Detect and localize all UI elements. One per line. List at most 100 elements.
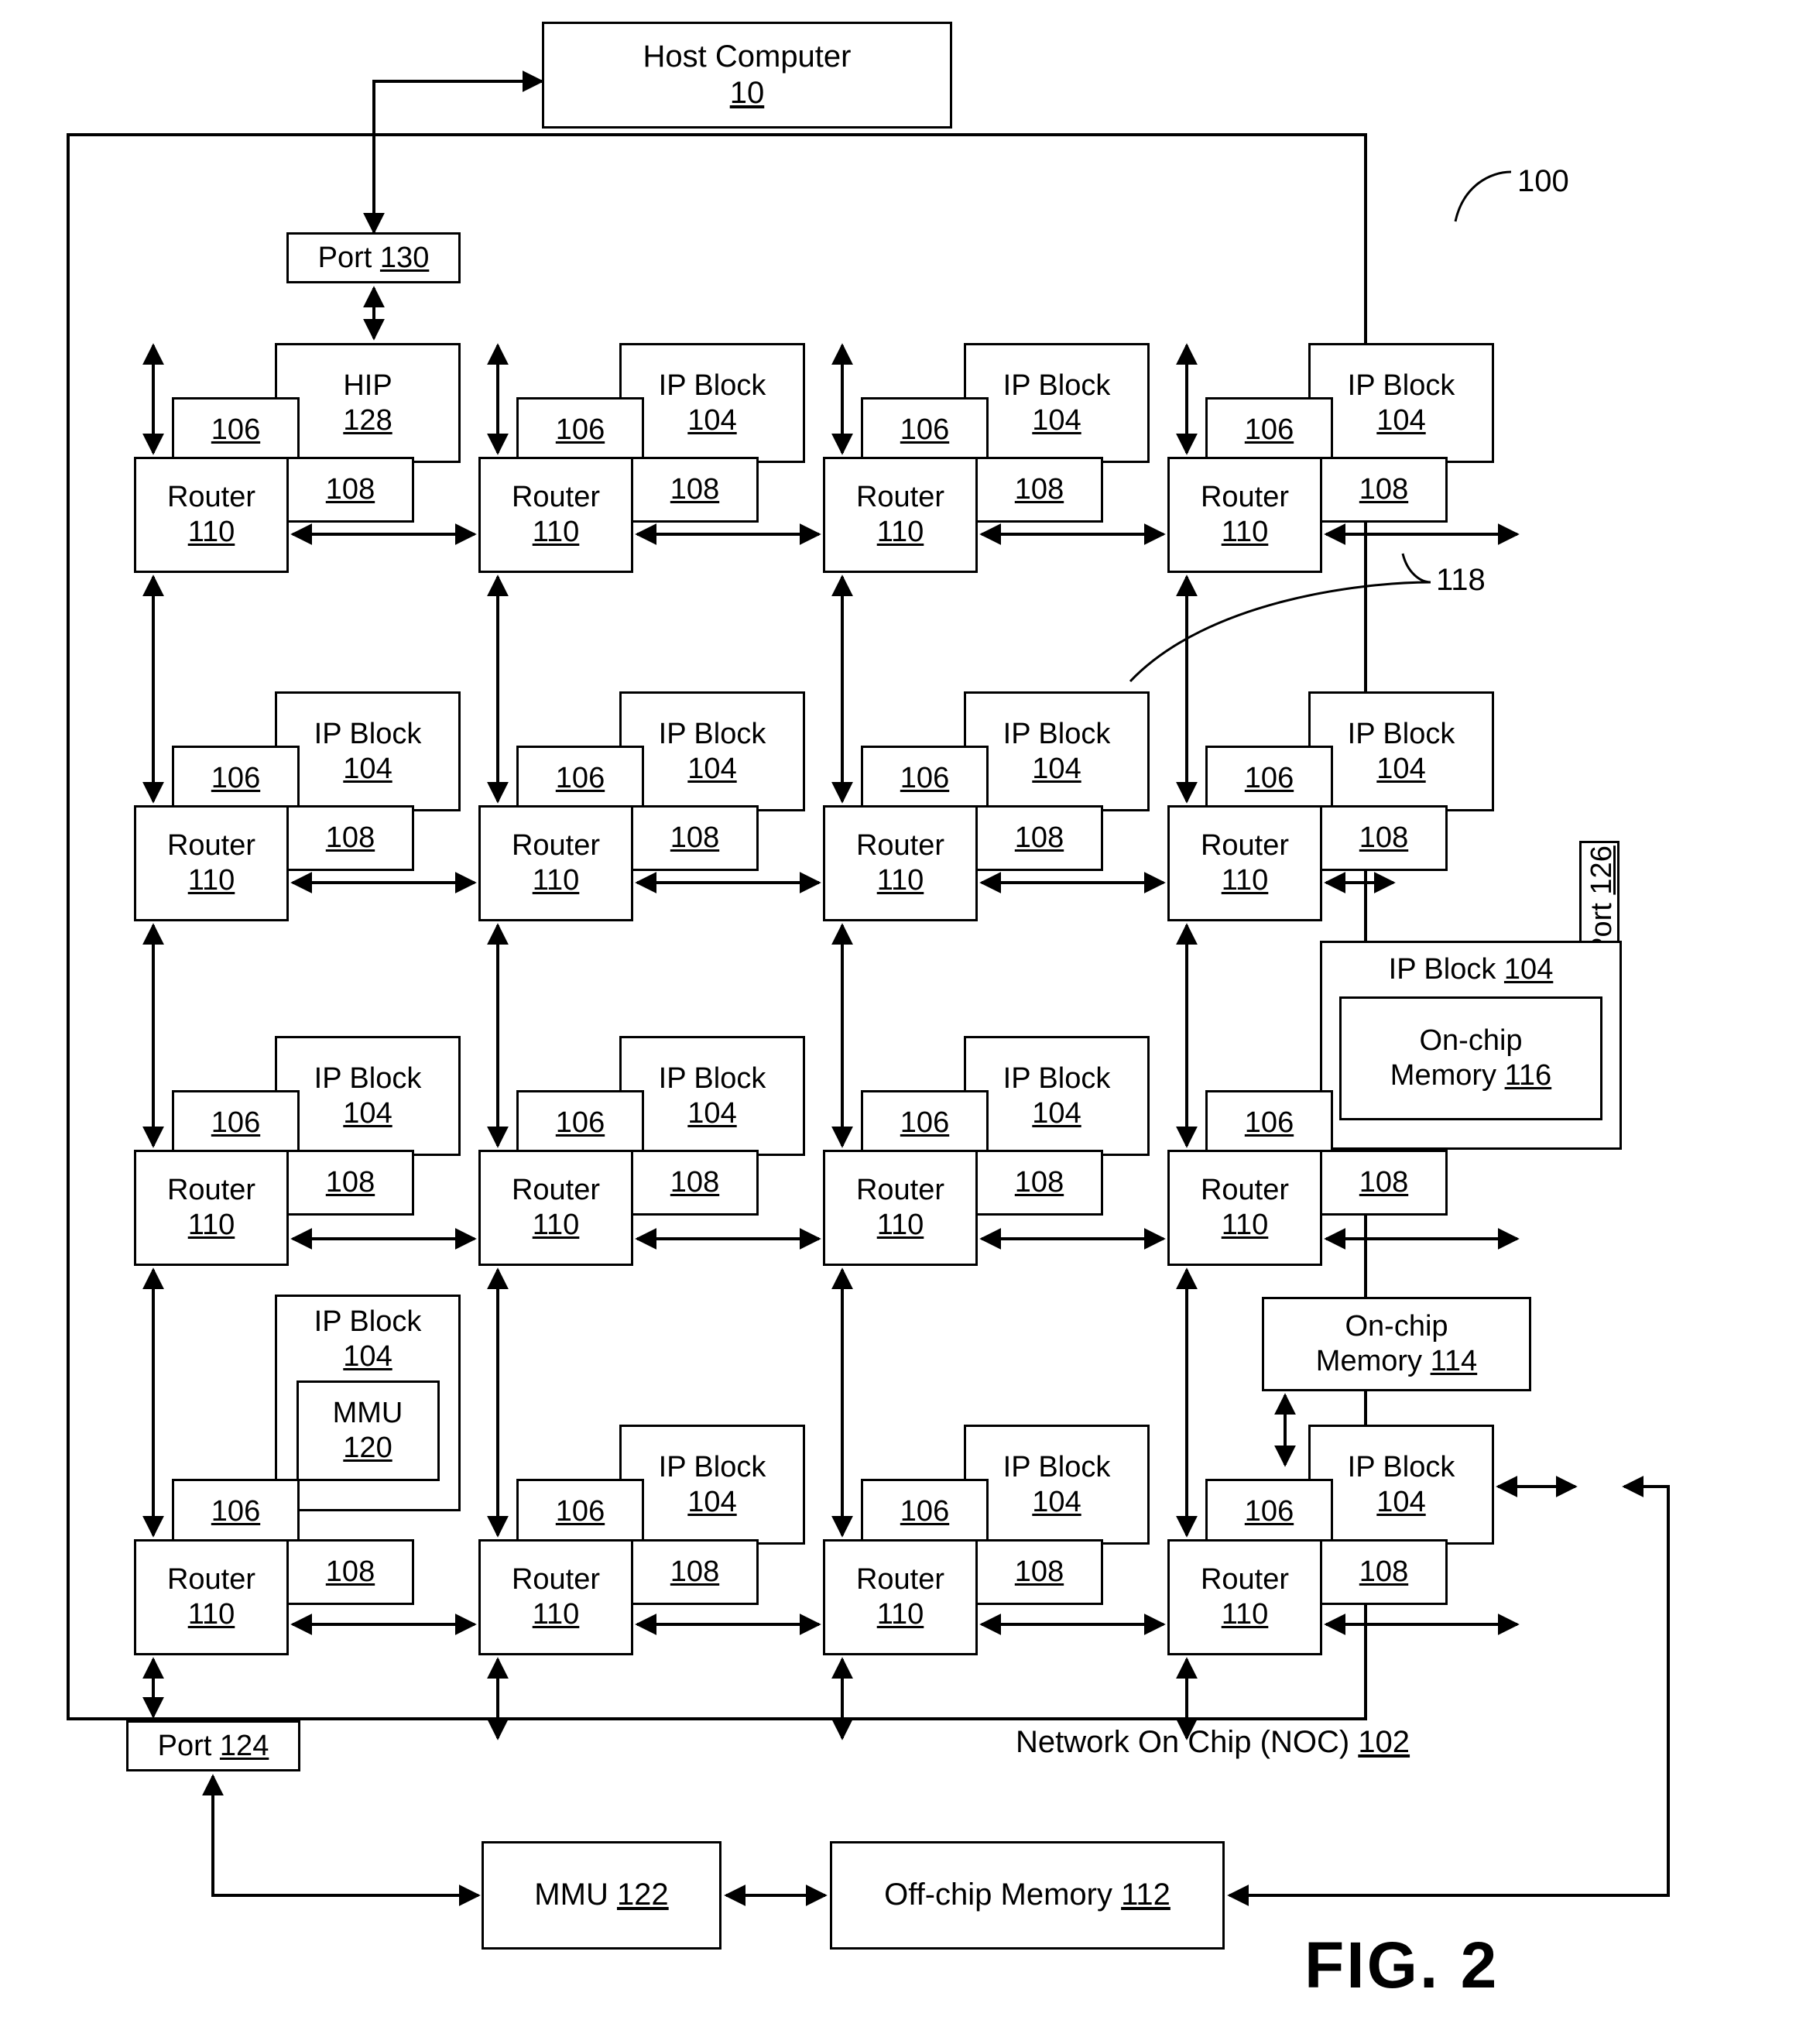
memory-comm-box-r4c2: 106 [516,1479,644,1545]
memory-comm-ref-r1c4: 106 [1244,413,1294,447]
core-ref-r1c4: 104 [1376,403,1426,437]
core-box-r2c1: IP Block 104 [275,691,461,811]
memory-comm-ref-r3c1: 106 [211,1106,261,1140]
memory-comm-box-r2c1: 106 [172,746,300,811]
memory-comm-box-r4c1: 106 [172,1479,300,1545]
router-label-r4c2: Router [511,1563,601,1596]
network-iface-ref-r1c3: 108 [1014,473,1064,506]
core-ref-r3c2: 104 [687,1096,737,1130]
core-ref-r2c4: 104 [1376,752,1426,785]
router-box-r4c3: Router 110 [823,1539,978,1655]
mmu-120-box: MMU 120 [296,1380,440,1481]
core-line1-r4c1: IP Block [314,1305,422,1338]
router-ref-r3c1: 110 [187,1209,235,1241]
core-box-r3c2: IP Block 104 [619,1036,805,1156]
router-ref-r1c4: 110 [1221,516,1269,548]
router-box-r1c2: Router 110 [478,457,633,573]
router-ref-r2c2: 110 [532,864,580,897]
leader-100 [1454,170,1512,222]
core-box-r1c2: IP Block 104 [619,343,805,463]
port-130-box: Port 130 [286,232,461,283]
core-ref-r2c1: 104 [343,752,392,785]
network-iface-ref-r2c4: 108 [1359,821,1409,855]
memory-comm-ref-r2c3: 106 [900,762,950,795]
onchip-memory-116-line1: On-chip [1419,1024,1523,1057]
network-iface-box-r2c4: 108 [1320,805,1448,871]
core-line1-r3c2: IP Block [658,1061,766,1095]
memory-comm-box-r1c2: 106 [516,397,644,463]
memory-comm-box-r4c4: 106 [1205,1479,1333,1545]
core-ref-r1c2: 104 [687,403,737,437]
memory-comm-box-r3c2: 106 [516,1090,644,1156]
network-iface-ref-r2c2: 108 [670,821,720,855]
wire-port124-mmu122 [202,1774,474,1897]
core-line1-r1c3: IP Block [1003,369,1111,402]
onchip-memory-116-line2: Memory 116 [1390,1058,1552,1092]
memory-comm-box-r2c3: 106 [861,746,989,811]
host-computer-label: Host Computer 10 [643,39,852,110]
core-box-r4c3: IP Block 104 [964,1425,1150,1545]
network-iface-ref-r4c4: 108 [1359,1555,1409,1589]
network-iface-box-r3c2: 108 [631,1150,759,1216]
network-iface-ref-r1c2: 108 [670,473,720,506]
mmu-120-ref: 120 [343,1431,392,1464]
core-ref-r1c1: 128 [343,403,392,437]
memory-comm-ref-r1c2: 106 [555,413,605,447]
router-ref-r3c4: 110 [1221,1209,1269,1241]
figure-caption: FIG. 2 [1304,1929,1500,2001]
memory-comm-box-r1c1: 106 [172,397,300,463]
router-box-r3c4: Router 110 [1167,1150,1322,1266]
memory-comm-ref-r3c3: 106 [900,1106,950,1140]
router-box-r1c1: Router 110 [134,457,289,573]
network-iface-ref-r1c4: 108 [1359,473,1409,506]
router-ref-r2c3: 110 [876,864,924,897]
core-line1-r1c2: IP Block [658,369,766,402]
core-line1-r2c4: IP Block [1347,717,1455,750]
core-ref-r1c3: 104 [1032,403,1081,437]
core-line1-r2c3: IP Block [1003,717,1111,750]
core-line1-r4c3: IP Block [1003,1450,1111,1483]
memory-comm-box-r4c3: 106 [861,1479,989,1545]
router-ref-r1c2: 110 [532,516,580,548]
network-iface-ref-r3c3: 108 [1014,1166,1064,1199]
network-iface-ref-r4c1: 108 [325,1555,375,1589]
core-box-r2c2: IP Block 104 [619,691,805,811]
router-label-r3c4: Router [1200,1174,1290,1207]
core-line1-r3c3: IP Block [1003,1061,1111,1095]
offchip-memory-112-label: Off-chip Memory 112 [884,1878,1170,1912]
core-box-r4c1: IP Block 104 MMU 120 [275,1295,461,1511]
memory-comm-box-r3c4: 106 [1205,1090,1333,1156]
core-box-r1c4: IP Block 104 [1308,343,1494,463]
core-line1-r4c4: IP Block [1347,1450,1455,1483]
memory-comm-ref-r4c4: 106 [1244,1495,1294,1528]
core-box-r1c3: IP Block 104 [964,343,1150,463]
network-iface-box-r2c2: 108 [631,805,759,871]
router-box-r4c2: Router 110 [478,1539,633,1655]
router-ref-r2c1: 110 [187,864,235,897]
router-ref-r2c4: 110 [1221,864,1269,897]
router-label-r4c3: Router [855,1563,945,1596]
core-ref-r2c3: 104 [1032,752,1081,785]
noc-label: Network On Chip (NOC) 102 [1016,1725,1410,1759]
core-line1-r1c4: IP Block [1347,369,1455,402]
network-iface-box-r4c1: 108 [286,1539,414,1605]
reference-callout-100: 100 [1517,164,1569,198]
router-box-r3c3: Router 110 [823,1150,978,1266]
memory-comm-ref-r2c1: 106 [211,762,261,795]
router-label-r2c1: Router [166,829,256,863]
router-label-r1c4: Router [1200,481,1290,514]
router-ref-r4c1: 110 [187,1598,235,1631]
network-iface-ref-r3c2: 108 [670,1166,720,1199]
router-label-r3c3: Router [855,1174,945,1207]
network-iface-ref-r4c3: 108 [1014,1555,1064,1589]
network-iface-box-r1c1: 108 [286,457,414,523]
memory-comm-ref-r2c4: 106 [1244,762,1294,795]
router-box-r4c4: Router 110 [1167,1539,1322,1655]
core-ref-r3c1: 104 [343,1096,392,1130]
network-iface-box-r3c4: 108 [1320,1150,1448,1216]
router-ref-r1c1: 110 [187,516,235,548]
core-box-r3c4: IP Block 104 On-chip Memory 116 [1320,941,1622,1150]
host-computer-box: Host Computer 10 [542,22,952,129]
router-ref-r1c3: 110 [876,516,924,548]
core-line1-r3c1: IP Block [314,1061,422,1095]
